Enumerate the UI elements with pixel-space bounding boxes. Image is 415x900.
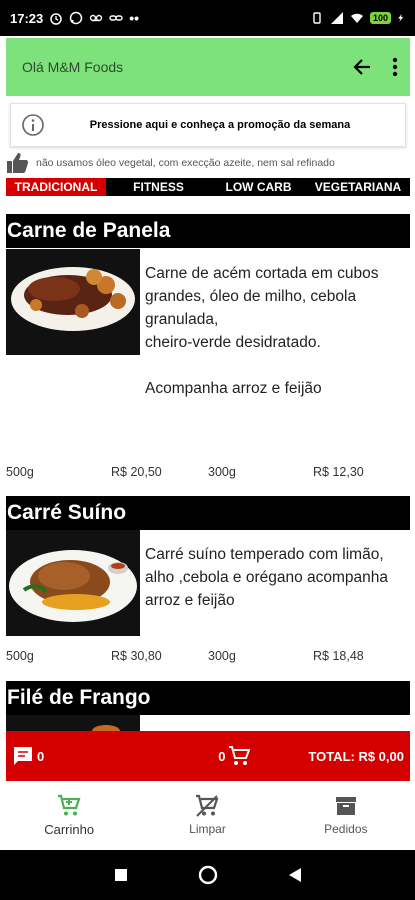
wifi-icon	[350, 13, 363, 23]
price-label[interactable]: R$ 18,48	[313, 649, 364, 663]
cart-icon	[58, 794, 81, 815]
product-image-carne-de-panela[interactable]	[6, 249, 140, 355]
charging-icon	[398, 14, 404, 22]
more-notifications-icon: ••	[129, 10, 140, 26]
size-label: 300g	[208, 465, 236, 479]
tab-tradicional[interactable]: TRADICIONAL	[6, 178, 106, 196]
overflow-menu-icon[interactable]	[392, 57, 398, 77]
bottom-navigation: Carrinho Limpar Pedidos	[0, 782, 415, 848]
price-label[interactable]: R$ 20,50	[111, 465, 162, 479]
back-arrow-icon[interactable]	[352, 57, 372, 77]
whatsapp-icon	[70, 11, 83, 25]
notice-text: não usamos óleo vegetal, com execção aze…	[36, 157, 335, 169]
link-icon	[109, 15, 123, 21]
app-title: Olá M&M Foods	[22, 59, 124, 75]
status-bar: 17:23 •• 100	[0, 0, 415, 36]
cart-summary-bar[interactable]: 0 0 TOTAL: R$ 0,00	[6, 731, 410, 781]
cart-count: 0	[218, 748, 226, 764]
voicemail-icon	[90, 14, 103, 22]
recents-icon[interactable]	[114, 868, 128, 882]
price-label[interactable]: R$ 12,30	[313, 465, 364, 479]
price-label[interactable]: R$ 30,80	[111, 649, 162, 663]
app-bar: Olá M&M Foods	[6, 38, 410, 96]
nav-label: Pedidos	[324, 822, 368, 836]
price-row: 500g R$ 30,80 300g R$ 18,48	[6, 649, 410, 667]
product-description: Carré suíno temperado com limão, alho ,c…	[145, 546, 389, 609]
info-icon	[22, 114, 44, 136]
category-tabs: TRADICIONAL FITNESS LOW CARB VEGETARIANA	[6, 178, 410, 196]
tab-low-carb[interactable]: LOW CARB	[211, 178, 306, 196]
message-count: 0	[37, 748, 45, 764]
size-label: 500g	[6, 649, 34, 663]
tab-fitness[interactable]: FITNESS	[106, 178, 211, 196]
alarm-icon	[50, 13, 62, 25]
vibrate-icon	[313, 12, 321, 24]
size-label: 500g	[6, 465, 34, 479]
nav-item-limpar[interactable]: Limpar	[138, 782, 276, 848]
status-time: 17:23	[10, 10, 44, 26]
nav-item-pedidos[interactable]: Pedidos	[277, 782, 415, 848]
clear-cart-icon	[196, 794, 220, 817]
promo-text: Pressione aqui e conheça a promoção da s…	[89, 119, 351, 131]
promo-banner[interactable]: Pressione aqui e conheça a promoção da s…	[10, 103, 406, 147]
notice: não usamos óleo vegetal, com execção aze…	[6, 150, 410, 176]
nav-label: Limpar	[189, 822, 226, 836]
product-title: Carré Suíno	[6, 496, 410, 530]
signal-icon	[330, 12, 343, 24]
message-icon[interactable]	[12, 745, 34, 767]
product-description: Carne de acém cortada em cubos grandes, …	[145, 265, 379, 397]
product-image-file-de-frango[interactable]	[6, 715, 140, 731]
battery-icon: 100	[369, 12, 391, 24]
size-label: 300g	[208, 649, 236, 663]
cart-total: TOTAL: R$ 0,00	[308, 748, 404, 764]
orders-icon	[335, 797, 356, 815]
nav-item-carrinho[interactable]: Carrinho	[0, 782, 138, 848]
product-title: Carne de Panela	[6, 214, 410, 248]
price-row: 500g R$ 20,50 300g R$ 12,30	[6, 465, 410, 483]
tab-vegetariana[interactable]: VEGETARIANA	[306, 178, 410, 196]
cart-icon[interactable]	[228, 745, 251, 767]
home-icon[interactable]	[198, 865, 218, 885]
product-image-carre-suino[interactable]	[6, 530, 140, 636]
back-icon[interactable]	[288, 867, 302, 883]
thumbs-up-icon	[7, 153, 29, 173]
product-title: Filé de Frango	[6, 681, 410, 715]
nav-label: Carrinho	[44, 821, 95, 837]
system-navigation-bar	[0, 850, 415, 900]
